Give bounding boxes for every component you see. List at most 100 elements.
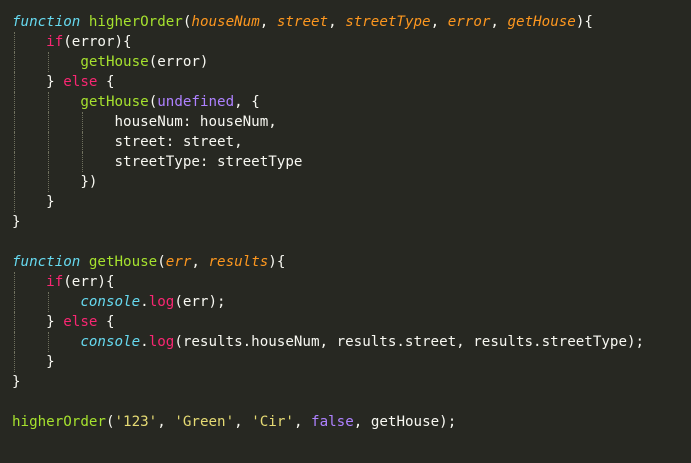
code-line: function higherOrder(houseNum, street, s… (12, 12, 691, 32)
code-text: , (328, 14, 346, 30)
code-line: } (12, 352, 691, 372)
string-token: '123' (114, 414, 158, 430)
keyword-token: log (148, 294, 175, 310)
indent-guide (14, 152, 15, 172)
code-text: { (97, 74, 115, 90)
function-name-token: getHouse (80, 54, 149, 70)
code-text: streetType: streetType (12, 154, 303, 170)
code-line: higherOrder('123', 'Green', 'Cir', false… (12, 412, 691, 432)
code-line: getHouse(error) (12, 52, 691, 72)
code-text: }) (12, 174, 98, 190)
parameter-token: streetType (345, 14, 431, 30)
parameter-token: houseNum (191, 14, 260, 30)
indent-guide (14, 332, 15, 352)
code-line: } else { (12, 312, 691, 332)
indent-guide (48, 332, 50, 352)
code-text: { (97, 314, 115, 330)
indent-guide (82, 132, 84, 152)
code-line: function getHouse(err, results){ (12, 252, 691, 272)
parameter-token: results (208, 254, 269, 270)
code-text: ( (157, 254, 166, 270)
code-text: , (191, 254, 209, 270)
string-token: 'Green' (174, 414, 235, 430)
indent-guide (14, 112, 15, 132)
code-line: houseNum: houseNum, (12, 112, 691, 132)
parameter-token: err (165, 254, 192, 270)
code-text: } (12, 214, 21, 230)
code-text: (err); (174, 294, 226, 310)
code-text: (error){ (63, 34, 132, 50)
string-token: 'Cir' (251, 414, 294, 430)
code-text: (results.houseNum, results.street, resul… (174, 334, 645, 350)
constant-token: undefined (157, 94, 235, 110)
indent-guide (48, 52, 50, 72)
code-text: ( (105, 414, 115, 430)
indent-guide (14, 92, 15, 112)
function-name-token: getHouse (88, 254, 158, 270)
keyword-token: log (148, 334, 175, 350)
code-text: (err){ (63, 274, 115, 290)
code-line: street: street, (12, 132, 691, 152)
code-line: if(error){ (12, 32, 691, 52)
parameter-token: getHouse (507, 14, 576, 30)
indent-guide (14, 292, 15, 312)
parameter-token: error (447, 14, 491, 30)
code-text: } (12, 374, 21, 390)
code-line: } (12, 192, 691, 212)
keyword-token: console (80, 334, 141, 350)
code-text: , (293, 414, 312, 430)
keyword-token: else (63, 314, 98, 330)
indent-guide (14, 272, 15, 292)
code-text: , (259, 14, 277, 30)
code-text: . (140, 334, 149, 350)
indent-guide (14, 72, 15, 92)
code-line: streetType: streetType (12, 152, 691, 172)
code-text: , (234, 414, 252, 430)
indent-guide (48, 132, 50, 152)
code-line: console.log(err); (12, 292, 691, 312)
keyword-token: function (12, 14, 81, 30)
keyword-token: else (63, 74, 98, 90)
code-text: street: street, (12, 134, 243, 150)
indent-guide (14, 172, 15, 192)
indent-guide (14, 192, 15, 212)
indent-guide (14, 352, 15, 372)
code-text: } (12, 314, 64, 330)
indent-guide (48, 172, 50, 192)
function-name-token: getHouse (80, 94, 149, 110)
code-line: } (12, 212, 691, 232)
indent-guide (82, 152, 84, 172)
code-text: , (157, 414, 175, 430)
indent-guide (82, 112, 84, 132)
keyword-token: if (46, 34, 64, 50)
code-text: } (12, 354, 55, 370)
code-text: ( (148, 94, 158, 110)
code-line: } (12, 372, 691, 392)
code-editor[interactable]: function higherOrder(houseNum, street, s… (0, 0, 691, 463)
code-line: if(err){ (12, 272, 691, 292)
indent-guide (48, 112, 50, 132)
indent-guide (14, 132, 15, 152)
code-line: }) (12, 172, 691, 192)
code-text: houseNum: houseNum, (12, 114, 277, 130)
indent-guide (14, 52, 15, 72)
keyword-token: function (12, 254, 81, 270)
code-line: console.log(results.houseNum, results.st… (12, 332, 691, 352)
keyword-token: console (80, 294, 141, 310)
indent-guide (48, 292, 50, 312)
indent-guide (48, 92, 50, 112)
indent-guide (14, 32, 15, 52)
code-text: , (430, 14, 448, 30)
code-text: ){ (575, 14, 593, 30)
code-text: . (140, 294, 149, 310)
constant-token: false (311, 414, 354, 430)
code-text: ){ (268, 254, 286, 270)
